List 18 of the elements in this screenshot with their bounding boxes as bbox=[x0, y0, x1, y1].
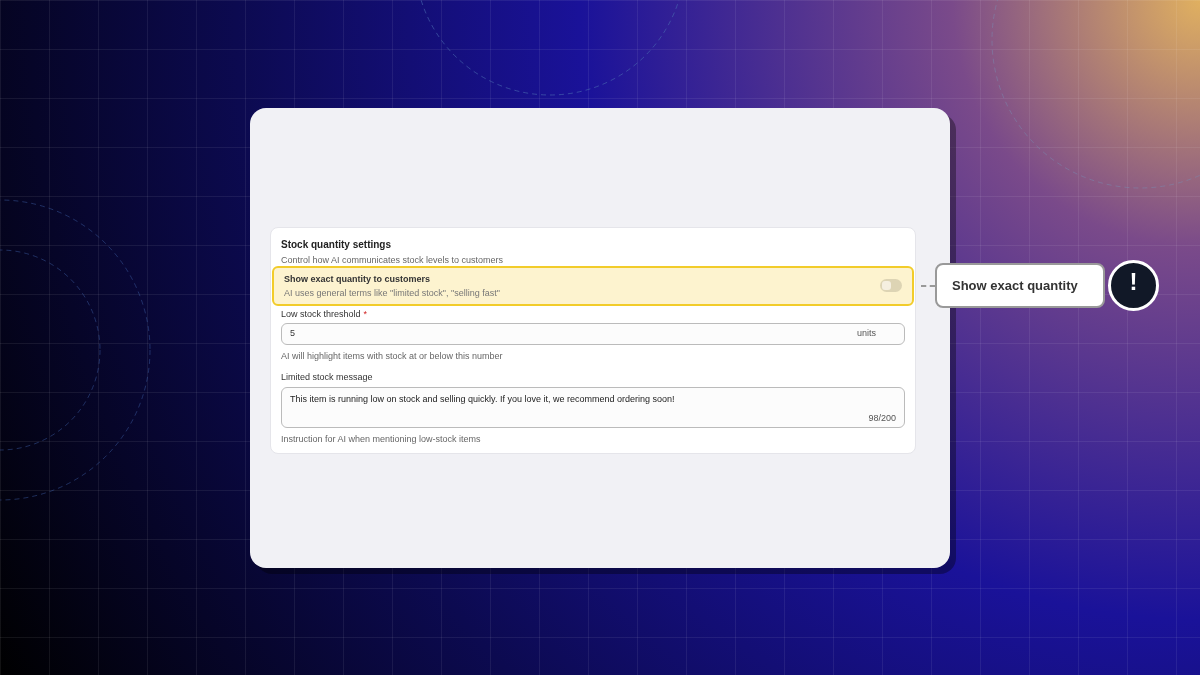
threshold-input[interactable]: 5 units bbox=[281, 322, 905, 345]
help-text: Instruction for AI when mentioning low-stock items bbox=[281, 432, 482, 445]
alert-badge: ! bbox=[1108, 260, 1159, 311]
message-textarea[interactable]: This item is running low on stock and selling quickly. If you love it, we recommend ordering soon! 98/200 bbox=[281, 386, 905, 428]
section-subtitle: Control how AI communicates stock levels to customers bbox=[281, 253, 505, 266]
field-label: Limited stock message bbox=[281, 370, 374, 383]
field-label: Low stock threshold bbox=[281, 307, 361, 320]
section-title: Stock quantity settings bbox=[281, 237, 392, 252]
toggle-label: Show exact quantity to customers bbox=[284, 272, 432, 285]
input-value: 5 bbox=[290, 326, 296, 340]
callout-label: Show exact quantity bbox=[935, 263, 1105, 308]
toggle-description: AI uses general terms like "limited stock", "selling fast" bbox=[284, 286, 501, 299]
textarea-value: This item is running low on stock and selling quickly. If you love it, we recommend ordering soon! bbox=[290, 392, 676, 405]
required-mark: * bbox=[363, 307, 368, 320]
character-counter: 98/200 bbox=[868, 411, 896, 424]
unit-suffix: units bbox=[857, 326, 876, 340]
toggle-switch[interactable] bbox=[880, 279, 902, 292]
help-text: AI will highlight items with stock at or below this number bbox=[281, 349, 504, 362]
